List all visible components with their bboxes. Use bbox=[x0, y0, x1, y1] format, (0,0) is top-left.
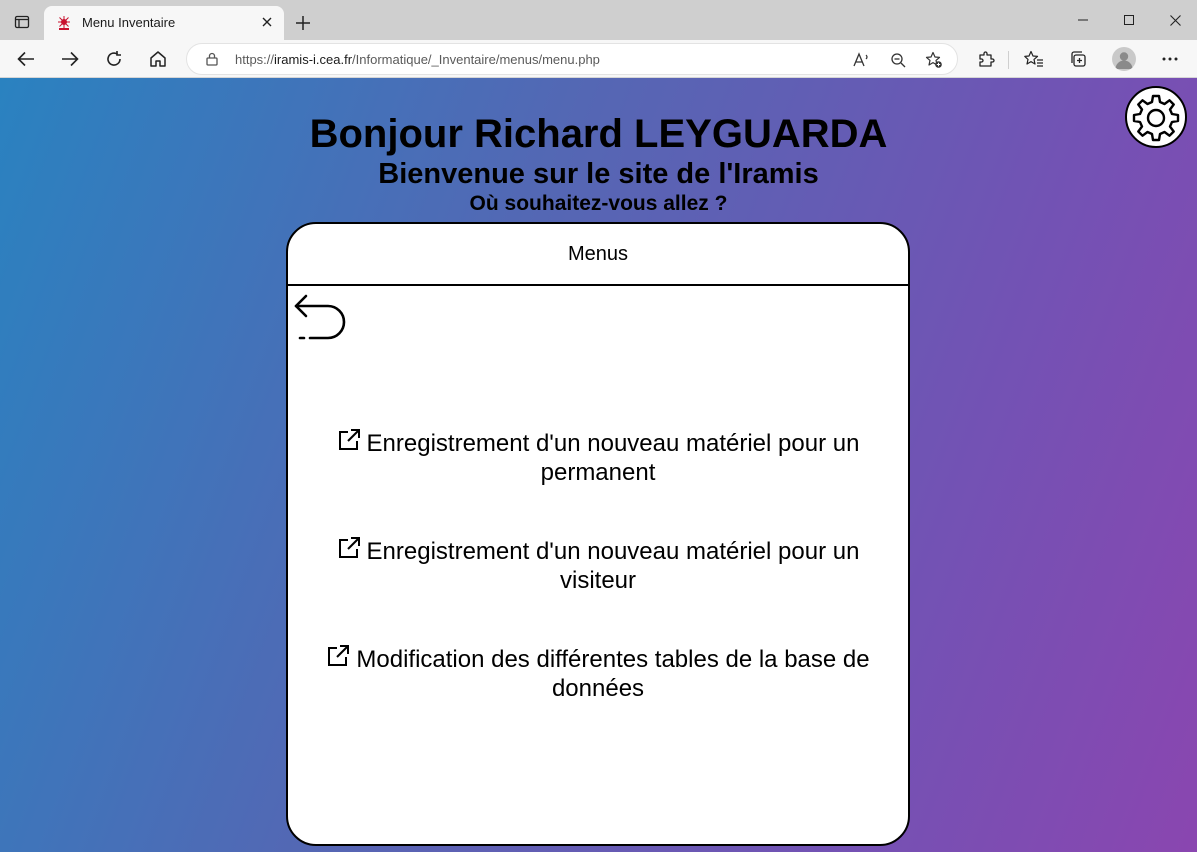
toolbar-separator bbox=[1008, 51, 1009, 69]
url-prefix: https:// bbox=[235, 52, 275, 67]
url-text[interactable]: https://iramis-i.cea.fr/Informatique/_In… bbox=[235, 52, 600, 67]
tab-bar: Menu Inventaire bbox=[0, 0, 1197, 40]
welcome-heading: Bienvenue sur le site de l'Iramis bbox=[378, 158, 819, 190]
tab-title: Menu Inventaire bbox=[82, 15, 176, 30]
zoom-out-icon[interactable] bbox=[887, 49, 909, 71]
window-close-icon[interactable] bbox=[1152, 8, 1197, 32]
forward-arrow-icon[interactable] bbox=[56, 45, 84, 73]
menu-link-label: Enregistrement d'un nouveau matériel pou… bbox=[366, 538, 860, 594]
back-return-icon[interactable] bbox=[292, 294, 346, 344]
address-bar[interactable]: https://iramis-i.cea.fr/Informatique/_In… bbox=[186, 43, 958, 75]
tab-actions-icon[interactable] bbox=[10, 10, 34, 34]
card-title: Menus bbox=[288, 224, 908, 286]
tab-close-icon[interactable] bbox=[258, 13, 276, 31]
profile-avatar-icon[interactable] bbox=[1112, 47, 1136, 71]
maximize-icon[interactable] bbox=[1106, 8, 1152, 32]
greeting-heading: Bonjour Richard LEYGUARDA bbox=[309, 112, 888, 156]
more-menu-icon[interactable] bbox=[1156, 45, 1184, 73]
external-link-icon bbox=[326, 644, 350, 668]
favorites-icon[interactable] bbox=[1020, 45, 1048, 73]
menu-card: Menus Enregistrement d'un nouveau matéri… bbox=[286, 222, 910, 846]
menu-link-edit-database-tables[interactable]: Modification des différentes tables de l… bbox=[308, 644, 888, 703]
menu-link-label: Enregistrement d'un nouveau matériel pou… bbox=[366, 430, 860, 486]
navigation-bar: https://iramis-i.cea.fr/Informatique/_In… bbox=[0, 40, 1197, 78]
new-tab-icon[interactable] bbox=[292, 12, 314, 34]
lock-icon[interactable] bbox=[205, 52, 219, 66]
question-heading: Où souhaitez-vous allez ? bbox=[469, 192, 728, 215]
page-background: Bonjour Richard LEYGUARDA Bienvenue sur … bbox=[0, 78, 1197, 852]
refresh-icon[interactable] bbox=[100, 45, 128, 73]
external-link-icon bbox=[337, 536, 361, 560]
minimize-icon[interactable] bbox=[1060, 8, 1106, 32]
collections-icon[interactable] bbox=[1064, 45, 1092, 73]
menu-link-new-equipment-visitor[interactable]: Enregistrement d'un nouveau matériel pou… bbox=[308, 536, 888, 595]
menu-link-label: Modification des différentes tables de l… bbox=[356, 646, 870, 702]
back-arrow-icon[interactable] bbox=[12, 45, 40, 73]
url-path: /Informatique/_Inventaire/menus/menu.php bbox=[352, 52, 600, 67]
home-icon[interactable] bbox=[144, 45, 172, 73]
extensions-icon[interactable] bbox=[972, 45, 1000, 73]
browser-tab[interactable]: Menu Inventaire bbox=[44, 6, 284, 40]
url-host: iramis-i.cea.fr bbox=[274, 52, 353, 67]
external-link-icon bbox=[337, 428, 361, 452]
add-favorite-icon[interactable] bbox=[923, 49, 945, 71]
menu-link-new-equipment-permanent[interactable]: Enregistrement d'un nouveau matériel pou… bbox=[308, 428, 888, 487]
read-aloud-icon[interactable] bbox=[851, 49, 873, 71]
favicon-icon bbox=[56, 15, 72, 31]
